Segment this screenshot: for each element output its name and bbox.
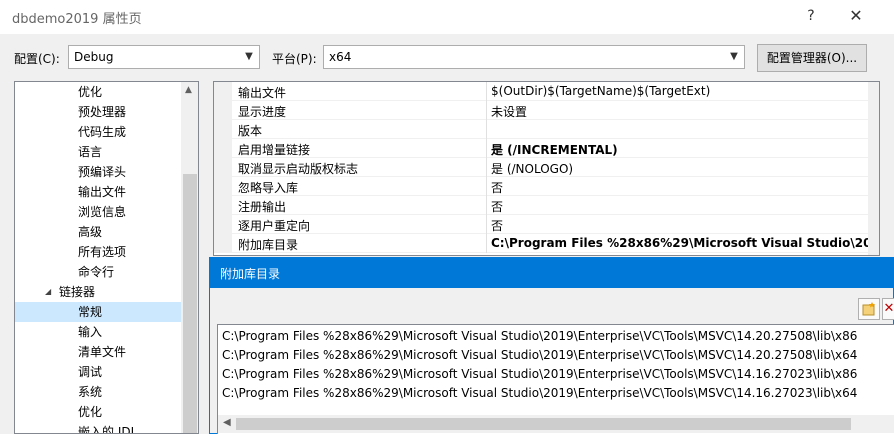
property-value: 是 (/NOLOGO) [491, 162, 574, 176]
property-value: 是 (/INCREMENTAL) [491, 143, 618, 157]
property-name: 显示进度 [238, 105, 287, 119]
property-name: 输出文件 [238, 86, 287, 100]
chevron-down-icon: ▼ [730, 51, 738, 62]
config-value: Debug [74, 50, 114, 64]
config-label: 配置(C): [14, 52, 60, 66]
grid-row[interactable]: 版本 [214, 120, 868, 139]
tree-scrollbar[interactable]: ▲ [181, 82, 198, 433]
property-name: 启用增量链接 [238, 143, 311, 157]
tree-item[interactable]: 所有选项 [78, 242, 126, 262]
list-item[interactable]: C:\Program Files %28x86%29\Microsoft Vis… [222, 346, 857, 365]
grid-row[interactable]: 忽略导入库 否 [214, 177, 868, 196]
tree-item[interactable]: 清单文件 [78, 342, 126, 362]
property-name: 逐用户重定向 [238, 219, 311, 233]
config-dropdown[interactable]: Debug ▼ [68, 45, 260, 69]
tree-item[interactable]: 代码生成 [78, 122, 126, 142]
tree-item[interactable]: 命令行 [78, 262, 114, 282]
platform-dropdown[interactable]: x64 ▼ [323, 45, 745, 69]
tree-item[interactable]: 浏览信息 [78, 202, 126, 222]
chevron-down-icon: ▼ [245, 51, 253, 62]
additional-library-directories-dialog: 附加库目录 ✕ C:\Program Files %28x86%29\Micro… [209, 257, 894, 434]
platform-label: 平台(P): [272, 52, 317, 66]
grid-scrollbar[interactable] [868, 82, 879, 255]
property-name: 注册输出 [238, 200, 287, 214]
grid-row[interactable]: 显示进度 未设置 [214, 101, 868, 120]
tree-item[interactable]: 高级 [78, 222, 102, 242]
tree-item[interactable]: 调试 [78, 362, 102, 382]
tree-item[interactable]: 预处理器 [78, 102, 126, 122]
tree-item[interactable]: 优化 [78, 402, 102, 422]
platform-value: x64 [329, 50, 352, 64]
property-name: 附加库目录 [238, 238, 299, 252]
grid-row[interactable]: 启用增量链接 是 (/INCREMENTAL) [214, 139, 868, 158]
new-line-icon[interactable] [858, 298, 880, 320]
horizontal-scrollbar[interactable]: ◀ [218, 415, 894, 433]
help-icon[interactable]: ? [800, 5, 822, 27]
property-value: 否 [491, 181, 504, 195]
tree-item[interactable]: 嵌入的 IDL [78, 422, 137, 433]
scroll-left-icon[interactable]: ◀ [223, 417, 231, 428]
property-value: 否 [491, 200, 504, 214]
directory-list[interactable]: C:\Program Files %28x86%29\Microsoft Vis… [217, 324, 894, 434]
property-value: 未设置 [491, 105, 528, 119]
list-item[interactable]: C:\Program Files %28x86%29\Microsoft Vis… [222, 327, 857, 346]
property-value: C:\Program Files %28x86%29\Microsoft Vis… [491, 236, 880, 250]
list-item[interactable]: C:\Program Files %28x86%29\Microsoft Vis… [222, 365, 857, 384]
scrollbar-thumb[interactable] [183, 174, 197, 433]
tree-item[interactable]: 语言 [78, 142, 102, 162]
tree-item-linker[interactable]: ◢ 链接器 [15, 282, 181, 302]
grid-row[interactable]: 逐用户重定向 否 [214, 215, 868, 234]
tree-item[interactable]: 优化 [78, 82, 102, 102]
list-item[interactable]: C:\Program Files %28x86%29\Microsoft Vis… [222, 384, 857, 403]
property-name: 版本 [238, 124, 263, 138]
delete-line-icon[interactable]: ✕ [882, 298, 894, 320]
property-value: 否 [491, 219, 504, 233]
dialog-title-bar: 附加库目录 [210, 258, 894, 288]
configuration-manager-button[interactable]: 配置管理器(O)... [757, 44, 867, 72]
grid-row[interactable]: 取消显示启动版权标志 是 (/NOLOGO) [214, 158, 868, 177]
tree-item[interactable]: 预编译头 [78, 162, 126, 182]
property-grid: 输出文件 $(OutDir)$(TargetName)$(TargetExt) … [213, 81, 880, 256]
dialog-title: 附加库目录 [220, 267, 281, 281]
tree-item[interactable]: 输出文件 [78, 182, 126, 202]
title-bar: dbdemo2019 属性页 ? ✕ [0, 0, 894, 34]
grid-row[interactable]: 输出文件 $(OutDir)$(TargetName)$(TargetExt) [214, 82, 868, 101]
grid-row[interactable]: 注册输出 否 [214, 196, 868, 215]
property-tree: 优化 预处理器 代码生成 语言 预编译头 输出文件 浏览信息 高级 所有选项 命… [14, 81, 199, 434]
window-title: dbdemo2019 属性页 [12, 12, 142, 27]
scrollbar-thumb[interactable] [236, 418, 851, 430]
expand-arrow-icon[interactable]: ◢ [45, 282, 51, 302]
tree-item-label: 常规 [78, 305, 103, 319]
property-name: 取消显示启动版权标志 [238, 162, 359, 176]
property-name: 忽略导入库 [238, 181, 299, 195]
close-icon[interactable]: ✕ [845, 5, 867, 27]
tree-item-label: 链接器 [59, 285, 96, 299]
tree-item[interactable]: 系统 [78, 382, 102, 402]
tree-item-selected[interactable]: 常规 [15, 302, 181, 322]
property-value: $(OutDir)$(TargetName)$(TargetExt) [491, 84, 711, 98]
grid-row-selected[interactable]: 附加库目录 C:\Program Files %28x86%29\Microso… [214, 234, 879, 253]
scroll-up-icon[interactable]: ▲ [185, 85, 192, 95]
tree-item[interactable]: 输入 [78, 322, 102, 342]
